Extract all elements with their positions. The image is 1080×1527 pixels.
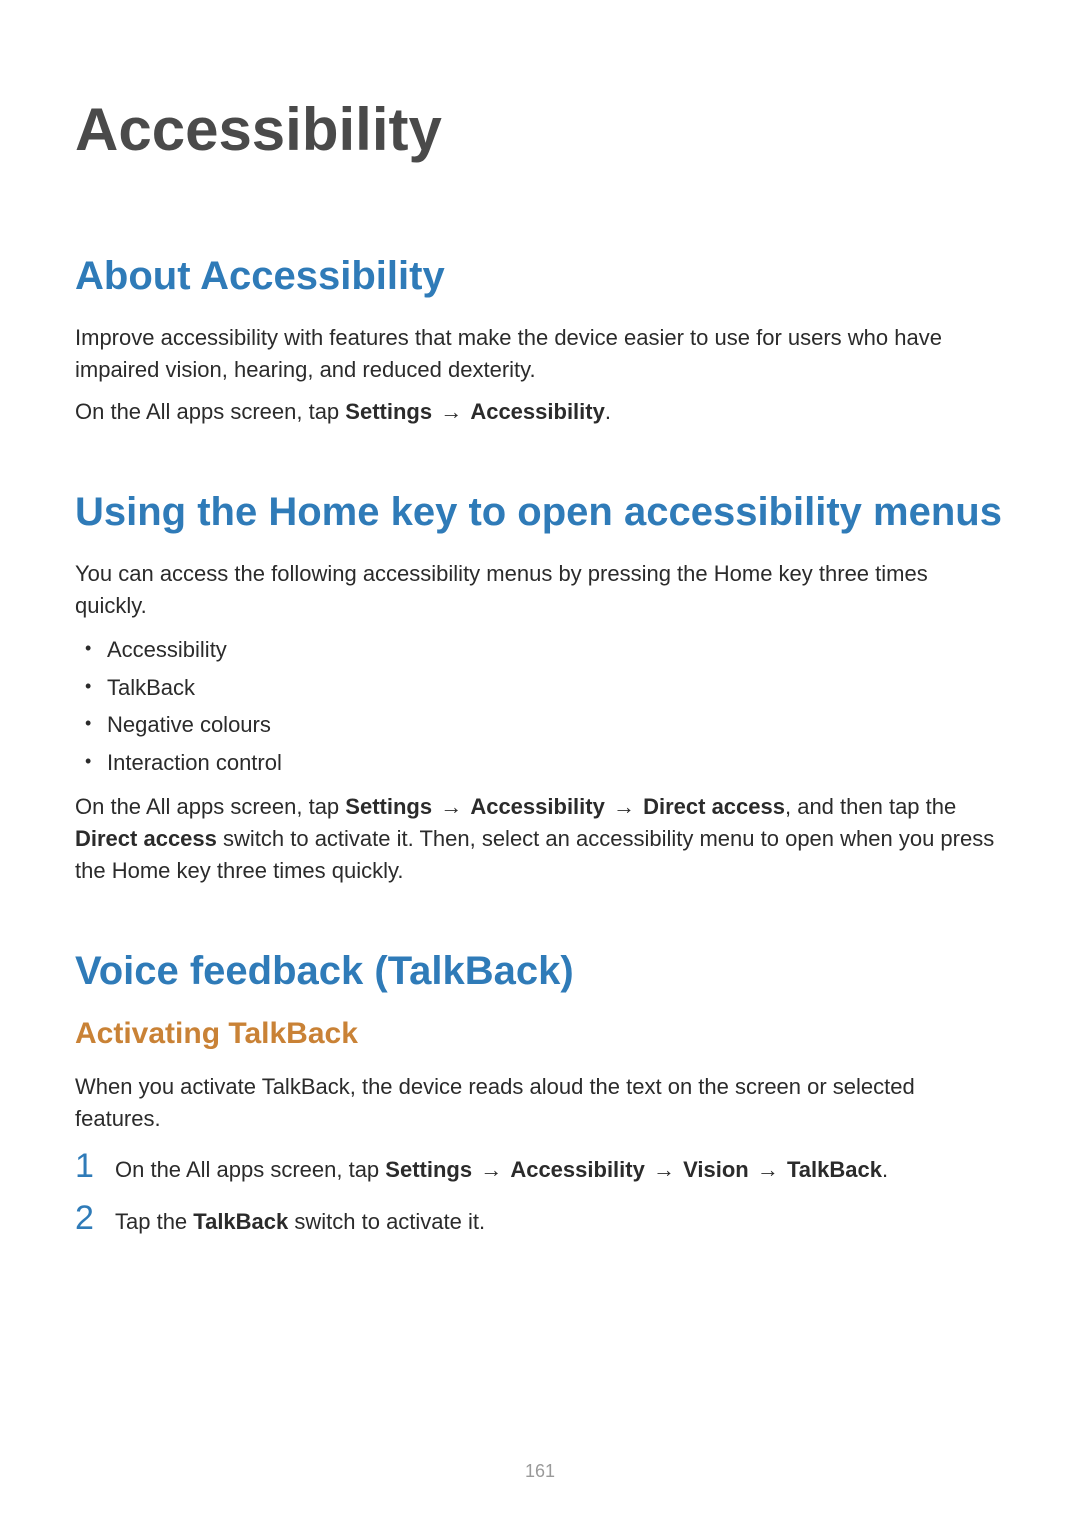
heading-home-key: Using the Home key to open accessibility… — [75, 488, 1005, 536]
page-number: 161 — [0, 1461, 1080, 1482]
list-item: TalkBack — [107, 669, 1005, 706]
bold-accessibility: Accessibility — [470, 794, 605, 819]
text-fragment: On the All apps screen, tap — [75, 399, 345, 424]
bold-settings: Settings — [385, 1157, 472, 1182]
text-fragment: switch to activate it. — [288, 1209, 485, 1234]
arrow-icon: → — [472, 1157, 510, 1182]
list-item: Accessibility — [107, 631, 1005, 668]
about-paragraph-2: On the All apps screen, tap Settings → A… — [75, 396, 1005, 428]
step-number: 2 — [75, 1201, 115, 1235]
bold-settings: Settings — [345, 399, 432, 424]
step-text: On the All apps screen, tap Settings → A… — [115, 1148, 888, 1186]
bold-talkback-switch: TalkBack — [193, 1209, 288, 1234]
text-fragment: Tap the — [115, 1209, 193, 1234]
page-title: Accessibility — [75, 95, 1005, 164]
bold-direct-access: Direct access — [643, 794, 785, 819]
arrow-icon: → — [432, 399, 470, 424]
text-fragment: On the All apps screen, tap — [115, 1157, 385, 1182]
bullet-list: Accessibility TalkBack Negative colours … — [75, 631, 1005, 781]
text-fragment: . — [605, 399, 611, 424]
list-item: Interaction control — [107, 744, 1005, 781]
text-fragment: . — [882, 1157, 888, 1182]
section-about-accessibility: About Accessibility Improve accessibilit… — [75, 252, 1005, 428]
about-paragraph-1: Improve accessibility with features that… — [75, 322, 1005, 386]
bold-vision: Vision — [683, 1157, 749, 1182]
text-fragment: , and then tap the — [785, 794, 956, 819]
subheading-activating-talkback: Activating TalkBack — [75, 1017, 1005, 1051]
bold-talkback: TalkBack — [787, 1157, 882, 1182]
bold-settings: Settings — [345, 794, 432, 819]
document-page: Accessibility About Accessibility Improv… — [0, 0, 1080, 1527]
bold-direct-access-switch: Direct access — [75, 826, 217, 851]
numbered-steps: 1 On the All apps screen, tap Settings →… — [75, 1148, 1005, 1238]
step-number: 1 — [75, 1149, 115, 1183]
bold-accessibility: Accessibility — [470, 399, 605, 424]
arrow-icon: → — [749, 1157, 787, 1182]
section-home-key: Using the Home key to open accessibility… — [75, 488, 1005, 887]
list-item: Negative colours — [107, 706, 1005, 743]
heading-about-accessibility: About Accessibility — [75, 252, 1005, 300]
arrow-icon: → — [432, 794, 470, 819]
step-item: 1 On the All apps screen, tap Settings →… — [75, 1148, 1005, 1186]
homekey-paragraph-2: On the All apps screen, tap Settings → A… — [75, 791, 1005, 887]
section-talkback: Voice feedback (TalkBack) Activating Tal… — [75, 947, 1005, 1239]
heading-talkback: Voice feedback (TalkBack) — [75, 947, 1005, 995]
homekey-paragraph-1: You can access the following accessibili… — [75, 558, 1005, 622]
arrow-icon: → — [645, 1157, 683, 1182]
step-item: 2 Tap the TalkBack switch to activate it… — [75, 1200, 1005, 1238]
bold-accessibility: Accessibility — [510, 1157, 645, 1182]
text-fragment: On the All apps screen, tap — [75, 794, 345, 819]
step-text: Tap the TalkBack switch to activate it. — [115, 1200, 485, 1238]
talkback-paragraph-1: When you activate TalkBack, the device r… — [75, 1071, 1005, 1135]
arrow-icon: → — [605, 794, 643, 819]
